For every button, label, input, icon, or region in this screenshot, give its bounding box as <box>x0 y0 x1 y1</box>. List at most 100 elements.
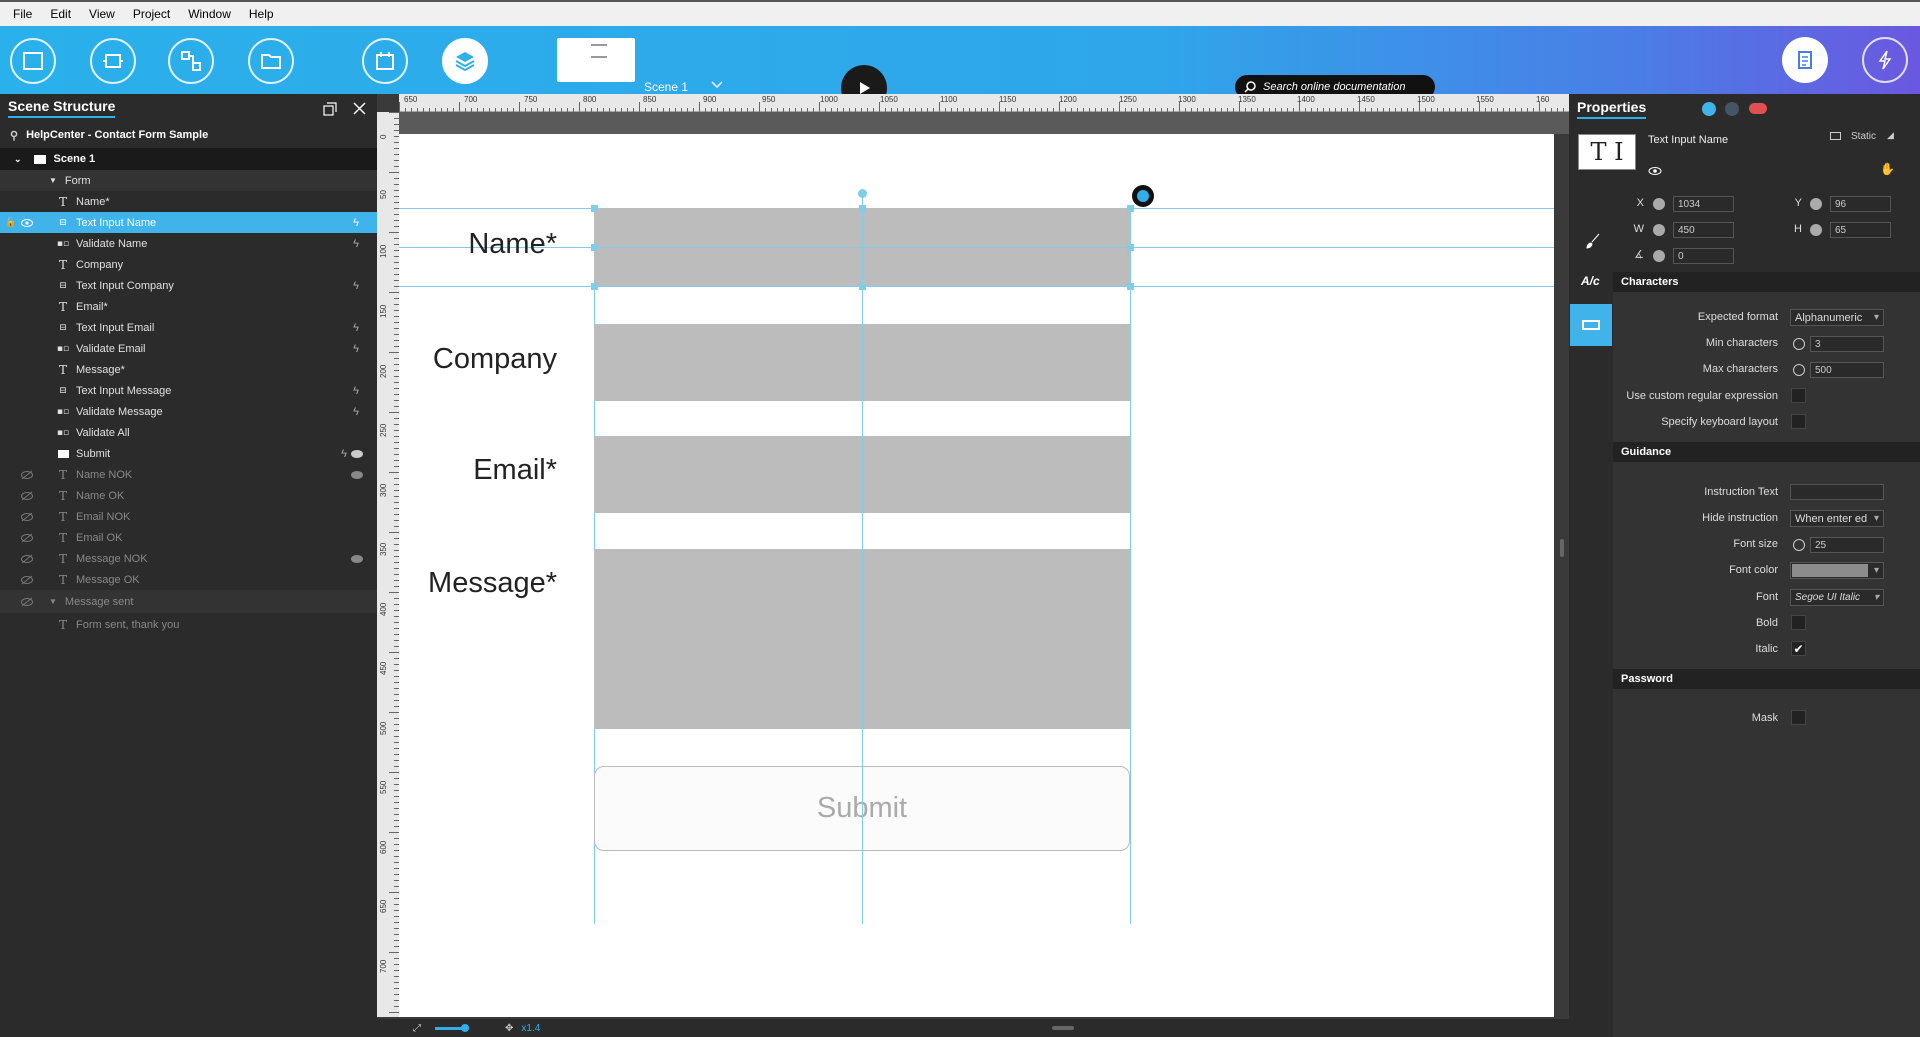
tree-item[interactable]: T Email* <box>0 296 377 317</box>
tree-item[interactable]: T Company <box>0 254 377 275</box>
triangle-icon[interactable]: ◢ <box>1887 130 1894 141</box>
tree-item[interactable]: ▪▫ Validate All <box>0 422 377 443</box>
resize-handle[interactable] <box>1127 283 1134 290</box>
instruction-text-field[interactable] <box>1790 484 1884 500</box>
name-label[interactable]: Name* <box>357 228 557 261</box>
resize-handle[interactable] <box>591 205 598 212</box>
eye-hidden-icon[interactable] <box>21 533 33 543</box>
font-dropdown[interactable]: Segoe UI Italic <box>1790 589 1884 606</box>
width-field[interactable]: 450 <box>1673 222 1734 238</box>
tree-item-hidden[interactable]: T Form sent, thank you <box>0 613 377 637</box>
globe-icon[interactable] <box>1725 102 1739 116</box>
tree-item[interactable]: Submit ϟ <box>0 443 377 464</box>
mode-label[interactable]: Static <box>1851 131 1876 142</box>
tree-item-selected[interactable]: 🔓 ⊟ Text Input Name ϟ <box>0 212 377 233</box>
tree-item[interactable]: ▪▫ Validate Email ϟ <box>0 338 377 359</box>
calendar-button[interactable] <box>362 38 408 84</box>
eye-hidden-icon[interactable] <box>21 554 33 564</box>
x-animate-dot[interactable] <box>1653 198 1665 210</box>
max-characters-field[interactable]: 500 <box>1810 362 1884 378</box>
w-animate-dot[interactable] <box>1653 224 1665 236</box>
tree-item-hidden[interactable]: T Email NOK <box>0 506 377 527</box>
assets-button[interactable] <box>248 38 294 84</box>
italic-checkbox[interactable]: ✔ <box>1791 641 1806 656</box>
min-characters-radio[interactable] <box>1793 338 1805 350</box>
layers-button[interactable] <box>442 38 488 84</box>
chevron-down-icon[interactable] <box>708 76 726 94</box>
undock-icon[interactable] <box>323 102 337 116</box>
menu-help[interactable]: Help <box>240 7 283 21</box>
publish-button[interactable] <box>1862 37 1908 83</box>
password-section-header[interactable]: Password <box>1613 669 1920 689</box>
eye-icon[interactable] <box>1648 166 1662 176</box>
tree-group-form[interactable]: ▼ Form <box>0 170 377 191</box>
message-label[interactable]: Message* <box>357 567 557 600</box>
email-label[interactable]: Email* <box>357 454 557 487</box>
scrollbar-thumb[interactable] <box>1560 539 1564 557</box>
x-field[interactable]: 1034 <box>1673 196 1734 212</box>
input-settings-tab[interactable] <box>1570 304 1612 346</box>
max-characters-radio[interactable] <box>1793 364 1805 376</box>
eye-hidden-icon[interactable] <box>21 575 33 585</box>
record-icon[interactable] <box>1749 103 1767 114</box>
font-size-field[interactable]: 25 <box>1810 537 1884 553</box>
resize-handle[interactable] <box>859 283 866 290</box>
eye-hidden-icon[interactable] <box>21 597 33 607</box>
resize-handle[interactable] <box>1127 205 1134 212</box>
guidance-section-header[interactable]: Guidance <box>1613 442 1920 462</box>
scene-canvas[interactable]: Name* Company Email* Message* Submit <box>399 134 1554 1017</box>
resize-handle[interactable] <box>591 244 598 251</box>
menu-window[interactable]: Window <box>179 7 240 21</box>
brush-icon[interactable] <box>1585 233 1601 249</box>
lock-open-icon[interactable]: 🔓 <box>5 217 16 228</box>
tree-item-hidden[interactable]: T Message OK <box>0 569 377 590</box>
hand-icon[interactable]: ✋ <box>1880 162 1895 176</box>
company-label[interactable]: Company <box>357 343 557 376</box>
min-characters-field[interactable]: 3 <box>1810 336 1884 352</box>
hide-instruction-dropdown[interactable]: When enter ed <box>1790 510 1884 527</box>
angle-animate-dot[interactable] <box>1653 250 1665 262</box>
y-animate-dot[interactable] <box>1810 198 1822 210</box>
tree-item[interactable]: T Name* <box>0 191 377 212</box>
menu-project[interactable]: Project <box>124 7 179 21</box>
h-animate-dot[interactable] <box>1810 224 1822 236</box>
zoom-slider[interactable] <box>435 1023 469 1032</box>
eye-icon[interactable] <box>21 218 33 228</box>
compass-icon[interactable] <box>1702 102 1716 116</box>
widgets-button[interactable] <box>90 38 136 84</box>
tree-item-hidden[interactable]: T Email OK <box>0 527 377 548</box>
eye-hidden-icon[interactable] <box>21 491 33 501</box>
tree-item[interactable]: ⊟ Text Input Company ϟ <box>0 275 377 296</box>
height-field[interactable]: 65 <box>1830 222 1891 238</box>
fit-icon[interactable]: ⤢ <box>413 1023 421 1034</box>
menu-edit[interactable]: Edit <box>41 7 80 21</box>
tree-item[interactable]: ▪▫ Validate Name ϟ <box>0 233 377 254</box>
resize-handle[interactable] <box>1127 244 1134 251</box>
interaction-badge[interactable] <box>1132 185 1154 207</box>
keyboard-layout-checkbox[interactable] <box>1791 414 1806 429</box>
new-scene-button[interactable] <box>10 38 56 84</box>
horizontal-ruler[interactable]: 650 700 750 800 850 900 950 1000 1050 11… <box>399 94 1569 112</box>
resize-handle[interactable] <box>859 205 866 212</box>
bold-checkbox[interactable] <box>1791 615 1806 630</box>
close-icon[interactable] <box>353 102 366 115</box>
font-color-picker[interactable] <box>1790 562 1884 579</box>
vertical-scrollbar[interactable] <box>1554 134 1569 1017</box>
font-size-radio[interactable] <box>1793 539 1805 551</box>
horizontal-scrollbar-thumb[interactable] <box>1052 1026 1074 1030</box>
y-field[interactable]: 96 <box>1830 196 1891 212</box>
interactions-button[interactable] <box>168 38 214 84</box>
tree-group-message-sent[interactable]: ▼ Message sent <box>0 590 377 613</box>
tree-item[interactable]: ⊟ Text Input Message ϟ <box>0 380 377 401</box>
custom-regex-checkbox[interactable] <box>1791 388 1806 403</box>
eye-hidden-icon[interactable] <box>21 512 33 522</box>
rotate-handle[interactable] <box>858 189 867 198</box>
menu-file[interactable]: File <box>4 7 41 21</box>
expected-format-dropdown[interactable]: Alphanumeric <box>1790 309 1884 326</box>
tree-item[interactable]: ▪▫ Validate Message ϟ <box>0 401 377 422</box>
tree-item-hidden[interactable]: T Message NOK <box>0 548 377 569</box>
menu-view[interactable]: View <box>80 7 124 21</box>
scene-thumbnail[interactable] <box>557 38 635 82</box>
characters-section-header[interactable]: Characters <box>1613 272 1920 292</box>
tree-item-hidden[interactable]: T Name NOK <box>0 464 377 485</box>
